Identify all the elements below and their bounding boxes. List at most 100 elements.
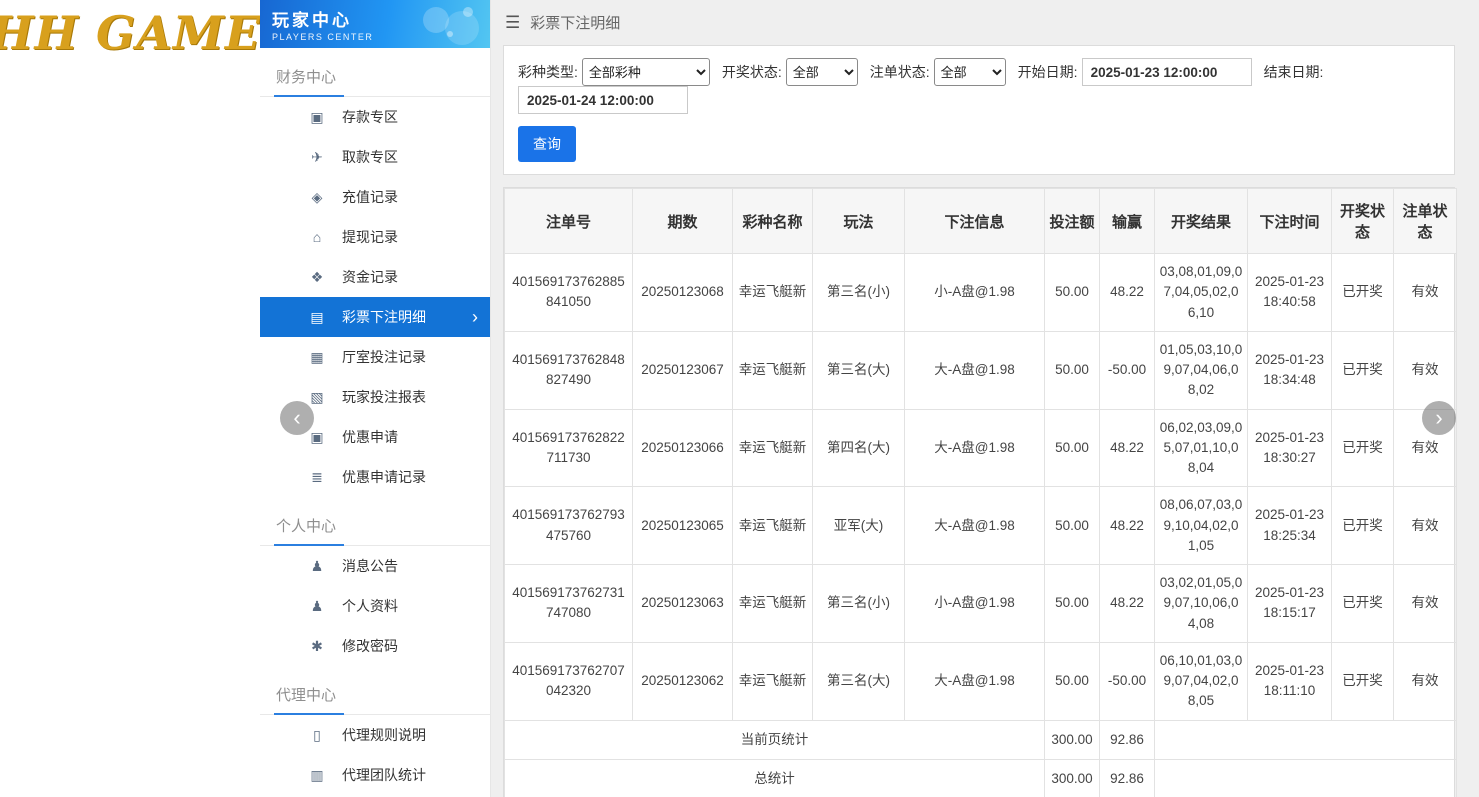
- cell: 2025-01-23 18:34:48: [1248, 331, 1332, 409]
- cell: 50.00: [1045, 254, 1100, 332]
- cell: 48.22: [1100, 487, 1155, 565]
- cell: 已开奖: [1332, 254, 1394, 332]
- end-date-label: 结束日期:: [1264, 62, 1324, 82]
- column-header: 彩种名称: [733, 189, 813, 254]
- cell: 大-A盘@1.98: [905, 409, 1045, 487]
- cell: 2025-01-23 18:11:10: [1248, 642, 1332, 720]
- column-header: 注单号: [505, 189, 633, 254]
- cell: 幸运飞艇新: [733, 642, 813, 720]
- sidebar-item-label: 消息公告: [342, 556, 398, 576]
- agent-team-stats-icon: ▥: [308, 767, 326, 784]
- sidebar-item-lottery-bet-details[interactable]: ▤彩票下注明细›: [260, 297, 490, 337]
- table-row: 40156917376284882749020250123067幸运飞艇新第三名…: [505, 331, 1457, 409]
- cell: 20250123066: [633, 409, 733, 487]
- summary-row: 当前页统计300.0092.86: [505, 720, 1457, 759]
- cell: 大-A盘@1.98: [905, 331, 1045, 409]
- cell: 已开奖: [1332, 642, 1394, 720]
- column-header: 开奖状态: [1332, 189, 1394, 254]
- deposit-zone-icon: ▣: [308, 109, 326, 126]
- end-date-input[interactable]: [518, 86, 688, 114]
- cell: 第三名(大): [813, 331, 905, 409]
- bet-status-select[interactable]: 全部: [934, 58, 1006, 86]
- section-label: 个人中心: [274, 515, 344, 546]
- hall-bet-records-icon: ▦: [308, 349, 326, 366]
- table-row: 40156917376273174708020250123063幸运飞艇新第三名…: [505, 565, 1457, 643]
- cell: 有效: [1394, 331, 1457, 409]
- cell: 401569173762707042320: [505, 642, 633, 720]
- lottery-type-select[interactable]: 全部彩种: [582, 58, 710, 86]
- cell: 01,05,03,10,09,07,04,06,08,02: [1155, 331, 1248, 409]
- page-title: 彩票下注明细: [530, 12, 620, 33]
- column-header: 玩法: [813, 189, 905, 254]
- carousel-next-button[interactable]: ›: [1422, 401, 1456, 435]
- section-label: 财务中心: [274, 66, 344, 97]
- sidebar-item-label: 资金记录: [342, 267, 398, 287]
- draw-status-select[interactable]: 全部: [786, 58, 858, 86]
- cell: 第三名(小): [813, 565, 905, 643]
- cell: 48.22: [1100, 565, 1155, 643]
- lottery-type-label: 彩种类型:: [518, 62, 578, 82]
- player-bet-report-icon: ▧: [308, 389, 326, 406]
- sidebar-item-label: 存款专区: [342, 107, 398, 127]
- cell: 401569173762822711730: [505, 409, 633, 487]
- cell: 小-A盘@1.98: [905, 254, 1045, 332]
- summary-winloss_total: 92.86: [1100, 759, 1155, 797]
- carousel-prev-button[interactable]: ‹: [280, 401, 314, 435]
- sidebar-item-withdraw-records[interactable]: ⌂提现记录: [260, 217, 490, 257]
- sidebar-item-agent-rules[interactable]: ▯代理规则说明: [260, 715, 490, 755]
- chevron-right-icon: ›: [472, 308, 478, 326]
- sidebar-item-label: 代理规则说明: [342, 725, 426, 745]
- sidebar-header: 玩家中心 PLAYERS CENTER: [260, 0, 490, 48]
- profile-icon: ♟: [308, 598, 326, 615]
- cell: -50.00: [1100, 642, 1155, 720]
- column-header: 下注信息: [905, 189, 1045, 254]
- summary-bet_total: 300.00: [1045, 759, 1100, 797]
- table-row: 40156917376282271173020250123066幸运飞艇新第四名…: [505, 409, 1457, 487]
- sidebar-item-messages[interactable]: ♟消息公告: [260, 546, 490, 586]
- cell: 03,08,01,09,07,04,05,02,06,10: [1155, 254, 1248, 332]
- cell: 401569173762848827490: [505, 331, 633, 409]
- withdraw-records-icon: ⌂: [308, 229, 326, 245]
- cell: 幸运飞艇新: [733, 254, 813, 332]
- cell: 幸运飞艇新: [733, 487, 813, 565]
- sidebar-item-promo-apply-records[interactable]: ≣优惠申请记录: [260, 457, 490, 497]
- cell: 50.00: [1045, 565, 1100, 643]
- cell: 48.22: [1100, 254, 1155, 332]
- cell: 亚军(大): [813, 487, 905, 565]
- sidebar-item-recharge-records[interactable]: ◈充值记录: [260, 177, 490, 217]
- sidebar-section-title: 代理中心: [260, 676, 490, 715]
- sidebar-section-title: 个人中心: [260, 507, 490, 546]
- cell: 20250123067: [633, 331, 733, 409]
- table-row: 40156917376279347576020250123065幸运飞艇新亚军(…: [505, 487, 1457, 565]
- sidebar-item-withdraw-zone[interactable]: ✈取款专区: [260, 137, 490, 177]
- cell: 幸运飞艇新: [733, 565, 813, 643]
- sidebar-item-agent-team-stats[interactable]: ▥代理团队统计: [260, 755, 490, 795]
- summary-row: 总统计300.0092.86: [505, 759, 1457, 797]
- column-header: 投注额: [1045, 189, 1100, 254]
- cell: 20250123062: [633, 642, 733, 720]
- section-label: 代理中心: [274, 684, 344, 715]
- cell: 50.00: [1045, 409, 1100, 487]
- cell: 大-A盘@1.98: [905, 642, 1045, 720]
- sidebar-item-label: 取款专区: [342, 147, 398, 167]
- menu-toggle-icon[interactable]: ☰: [505, 13, 520, 33]
- start-date-input[interactable]: [1082, 58, 1252, 86]
- cell: 03,02,01,05,09,07,10,06,04,08: [1155, 565, 1248, 643]
- funds-records-icon: ❖: [308, 269, 326, 286]
- change-password-icon: ✱: [308, 638, 326, 655]
- query-button[interactable]: 查询: [518, 126, 576, 162]
- table-row: 40156917376288584105020250123068幸运飞艇新第三名…: [505, 254, 1457, 332]
- sidebar-item-profile[interactable]: ♟ 个人资料: [260, 586, 490, 626]
- sidebar-item-funds-records[interactable]: ❖ 资金记录: [260, 257, 490, 297]
- sidebar-item-change-password[interactable]: ✱ 修改密码: [260, 626, 490, 666]
- cell: 2025-01-23 18:15:17: [1248, 565, 1332, 643]
- cell: 有效: [1394, 565, 1457, 643]
- cell: 20250123068: [633, 254, 733, 332]
- sidebar-item-hall-bet-records[interactable]: ▦厅室投注记录: [260, 337, 490, 377]
- cell: 有效: [1394, 642, 1457, 720]
- sidebar-item-label: 修改密码: [342, 636, 398, 656]
- cell: 50.00: [1045, 642, 1100, 720]
- summary-winloss_total: 92.86: [1100, 720, 1155, 759]
- sidebar-item-deposit-zone[interactable]: ▣ 存款专区: [260, 97, 490, 137]
- sidebar-item-label: 个人资料: [342, 596, 398, 616]
